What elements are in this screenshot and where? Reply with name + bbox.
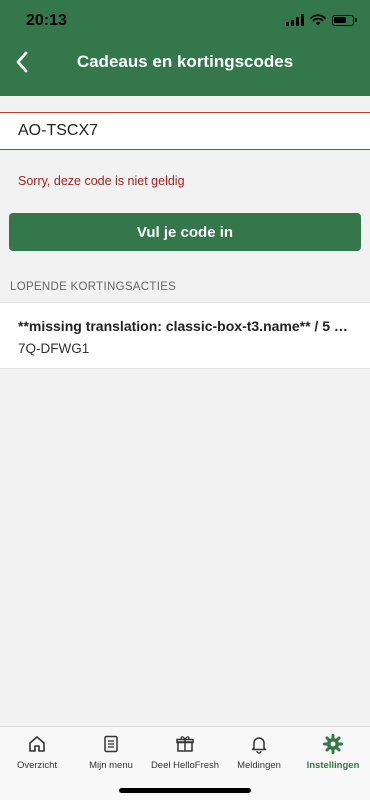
error-message: Sorry, deze code is niet geldig [18, 174, 185, 188]
nav-bar: Cadeaus en kortingscodes [0, 44, 370, 80]
home-icon [26, 733, 48, 755]
promotion-title: **missing translation: classic-box-t3.na… [18, 318, 353, 334]
wifi-icon [310, 14, 326, 26]
tab-deel-hellofresh[interactable]: Deel HelloFresh [148, 727, 222, 777]
status-bar: 20:13 [0, 0, 370, 44]
bell-icon [248, 733, 270, 755]
tab-label: Deel HelloFresh [150, 760, 220, 771]
code-input-container [0, 112, 370, 150]
tab-overzicht[interactable]: Overzicht [0, 727, 74, 777]
gift-icon [174, 733, 196, 755]
tab-label: Meldingen [237, 760, 281, 771]
discount-code-input[interactable] [0, 113, 370, 149]
app-header: 20:13 Cadeaus en kortingscodes [0, 0, 370, 96]
tab-label: Overzicht [16, 760, 58, 771]
status-time: 20:13 [26, 12, 67, 29]
gear-icon [322, 733, 344, 755]
submit-code-button[interactable]: Vul je code in [9, 213, 361, 251]
page-title: Cadeaus en kortingscodes [76, 52, 294, 71]
status-icons [286, 14, 357, 26]
section-header-running-promotions: LOPENDE KORTINGSACTIES [10, 281, 177, 293]
home-indicator [119, 788, 251, 793]
promotion-list-item[interactable]: **missing translation: classic-box-t3.na… [0, 302, 370, 369]
tab-instellingen[interactable]: Instellingen [296, 727, 370, 777]
battery-icon [332, 14, 357, 26]
menu-list-icon [100, 733, 122, 755]
tab-label: Mijn menu [89, 760, 133, 771]
promotion-code: 7Q-DFWG1 [18, 341, 90, 356]
cellular-signal-icon [286, 14, 304, 26]
tab-mijn-menu[interactable]: Mijn menu [74, 727, 148, 777]
tab-label: Instellingen [306, 760, 360, 771]
tab-meldingen[interactable]: Meldingen [222, 727, 296, 777]
